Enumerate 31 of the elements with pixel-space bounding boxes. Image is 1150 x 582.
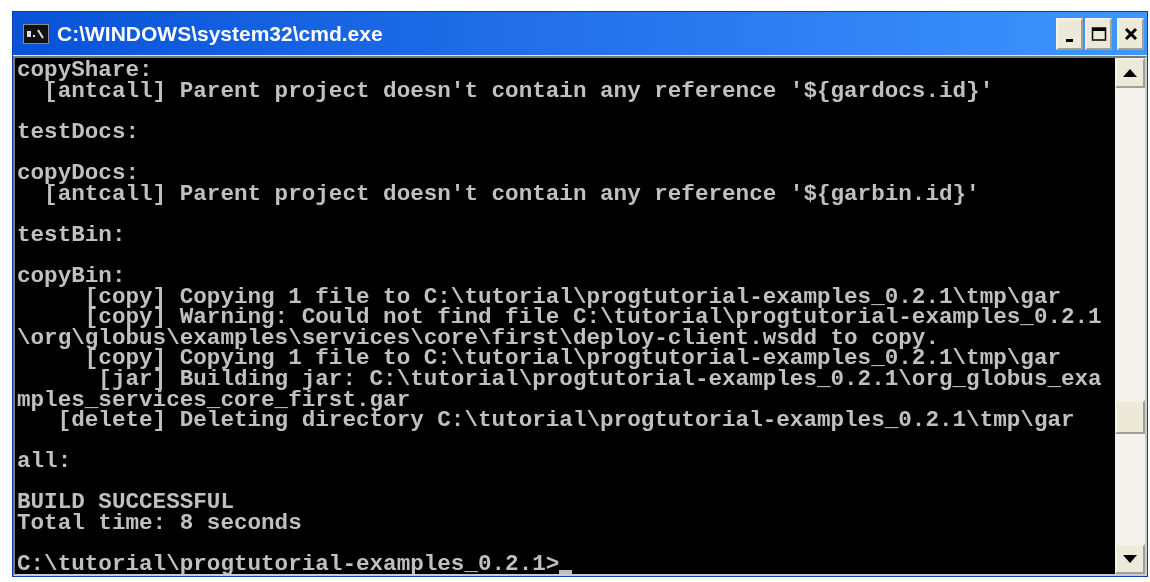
console-line: [jar] Building jar: C:\tutorial\progtutorial-examples_0.2.1\org_globus_exa	[98, 368, 1102, 390]
scroll-thumb[interactable]	[1115, 400, 1145, 434]
console-line: copyBin:	[17, 265, 126, 287]
maximize-button[interactable]	[1085, 17, 1112, 50]
down-arrow-icon	[1123, 555, 1137, 563]
close-icon	[1122, 25, 1139, 42]
console-line: Total time: 8 seconds	[17, 513, 302, 534]
console-line: [copy] Copying 1 file to C:\tutorial\progtutorial-examples_0.2.1\tmp\gar	[84, 348, 1061, 369]
console-line: testBin:	[17, 224, 126, 246]
console-line: mples_services_core_first.gar	[17, 389, 411, 411]
window-title: C:\WINDOWS\system32\cmd.exe	[57, 21, 384, 46]
console-icon	[23, 23, 49, 44]
console-line: \org\globus\examples\services\core\first\deploy-client.wsdd to copy.	[17, 327, 939, 349]
minimize-button[interactable]	[1056, 17, 1083, 50]
console-line: copyShare:	[17, 60, 153, 81]
console-line: [antcall] Parent project doesn't contain any reference '${gardocs.id}'	[44, 80, 994, 102]
console-line: all:	[17, 451, 72, 472]
scroll-down-button[interactable]	[1115, 544, 1145, 574]
console-line: BUILD SUCCESSFUL	[17, 492, 234, 514]
console-line: testDocs:	[17, 121, 140, 143]
maximize-icon	[1090, 25, 1107, 42]
console-line: copyDocs:	[17, 162, 140, 184]
scrollbar[interactable]	[1115, 58, 1145, 574]
up-arrow-icon	[1123, 69, 1137, 77]
close-button[interactable]	[1117, 17, 1144, 50]
console-line: [copy] Copying 1 file to C:\tutorial\progtutorial-examples_0.2.1\tmp\gar	[84, 286, 1061, 308]
console-line: [delete] Deleting directory C:\tutorial\progtutorial-examples_0.2.1\tmp\gar	[57, 410, 1075, 431]
console-line: [antcall] Parent project doesn't contain any reference '${garbin.id}'	[44, 183, 980, 205]
console-line: [copy] Warning: Could not find file C:\tutorial\progtutorial-examples_0.2.1	[84, 307, 1102, 328]
scroll-up-button[interactable]	[1115, 58, 1145, 88]
minimize-icon	[1066, 39, 1073, 42]
